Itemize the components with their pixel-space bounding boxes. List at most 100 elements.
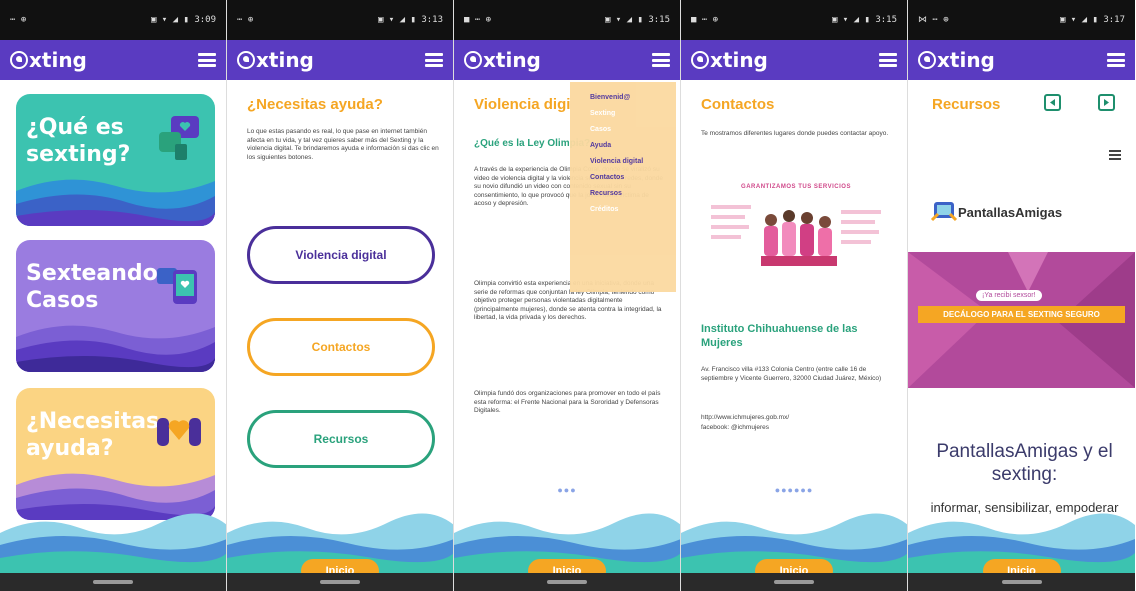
menu-item-ayuda[interactable]: Ayuda bbox=[590, 138, 676, 154]
logo-icon bbox=[237, 51, 255, 69]
page-indicator-dots: ●●● bbox=[557, 485, 577, 495]
home-gesture-bar[interactable] bbox=[93, 580, 133, 584]
hamburger-menu-icon[interactable] bbox=[198, 53, 216, 67]
app-bar: xting bbox=[908, 40, 1135, 80]
app-logo[interactable]: xting bbox=[464, 48, 541, 72]
app-logo[interactable]: xting bbox=[918, 48, 995, 72]
org-website[interactable]: http://www.ichmujeres.gob.mx/ bbox=[701, 414, 895, 423]
status-bar: ⋯ ⊕ ▣ ▾ ◢ ▮ 3:09 bbox=[0, 0, 226, 40]
page-title: ¿Necesitas ayuda? bbox=[247, 96, 383, 113]
logo-text: xting bbox=[710, 48, 768, 72]
app-bar: xting bbox=[681, 40, 907, 80]
menu-item-creditos[interactable]: Créditos bbox=[590, 202, 676, 218]
system-nav-bar bbox=[454, 573, 680, 591]
women-group-photo bbox=[711, 205, 881, 266]
logo-text: xting bbox=[937, 48, 995, 72]
app-bar: xting bbox=[227, 40, 453, 80]
org-name: Instituto Chihuahuense de las Mujeres bbox=[701, 323, 858, 349]
menu-item-recursos[interactable]: Recursos bbox=[590, 186, 676, 202]
intro-paragraph: Lo que estas pasando es real, lo que pas… bbox=[247, 128, 439, 161]
status-right: ▣ ▾ ◢ ▮ 3:15 bbox=[831, 15, 897, 25]
status-right: ▣ ▾ ◢ ▮ 3:09 bbox=[150, 15, 216, 25]
status-bar: ■ ⋯ ⊕ ▣ ▾ ◢ ▮ 3:15 bbox=[681, 0, 907, 40]
card-necesitas-ayuda[interactable]: ¿Necesitas ayuda? bbox=[16, 388, 215, 520]
chat-heart-icon bbox=[159, 116, 199, 160]
pantallas-amigas-logo: PantallasAmigas bbox=[930, 200, 1062, 224]
recursos-button[interactable]: Recursos bbox=[247, 410, 435, 468]
screen-home: ⋯ ⊕ ▣ ▾ ◢ ▮ 3:09 xting ¿Qué es sexting? bbox=[0, 0, 227, 591]
paragraph-3: Olimpia fundó dos organizaciones para pr… bbox=[474, 390, 661, 414]
status-left: ■ ⋯ ⊕ bbox=[464, 15, 492, 25]
card-que-es-sexting[interactable]: ¿Qué es sexting? bbox=[16, 94, 215, 226]
org-facebook[interactable]: facebook: @ichmujeres bbox=[701, 424, 895, 433]
status-right: ▣ ▾ ◢ ▮ 3:13 bbox=[377, 15, 443, 25]
logo-text: xting bbox=[483, 48, 541, 72]
logo-icon bbox=[691, 51, 709, 69]
app-bar: xting bbox=[454, 40, 680, 80]
logo-text: xting bbox=[29, 48, 87, 72]
card-title: ¿Necesitas ayuda? bbox=[26, 409, 160, 461]
hamburger-menu-icon[interactable] bbox=[879, 53, 897, 67]
status-bar: ⋈ ⋯ ⊕ ▣ ▾ ◢ ▮ 3:17 bbox=[908, 0, 1135, 40]
status-right: ▣ ▾ ◢ ▮ 3:15 bbox=[604, 15, 670, 25]
status-right: ▣ ▾ ◢ ▮ 3:17 bbox=[1059, 15, 1125, 25]
org-address: Av. Francisco villa #133 Colonia Centro … bbox=[701, 366, 882, 382]
hamburger-menu-icon[interactable] bbox=[652, 53, 670, 67]
system-nav-bar bbox=[681, 573, 907, 591]
status-left: ■ ⋯ ⊕ bbox=[691, 15, 719, 25]
app-logo[interactable]: xting bbox=[691, 48, 768, 72]
decalogo-promo-image[interactable]: ¡Ya recibi sexsor! DECÁLOGO PARA EL SEXT… bbox=[908, 252, 1135, 388]
card-waves bbox=[16, 179, 215, 226]
screen-violencia-digital: ■ ⋯ ⊕ ▣ ▾ ◢ ▮ 3:15 xting Violencia digi … bbox=[454, 0, 681, 591]
home-gesture-bar[interactable] bbox=[547, 580, 587, 584]
card-title: ¿Qué es sexting? bbox=[26, 115, 131, 167]
status-bar: ⋯ ⊕ ▣ ▾ ◢ ▮ 3:13 bbox=[227, 0, 453, 40]
app-logo[interactable]: xting bbox=[10, 48, 87, 72]
home-gesture-bar[interactable] bbox=[1001, 580, 1042, 584]
status-left: ⋯ ⊕ bbox=[237, 15, 254, 25]
logo-icon bbox=[10, 51, 28, 69]
tv-mascot-icon bbox=[930, 202, 958, 222]
promo-badge: ¡Ya recibi sexsor! bbox=[976, 290, 1042, 301]
card-sexteando-casos[interactable]: Sexteando: Casos bbox=[16, 240, 215, 372]
hands-heart-icon bbox=[157, 418, 201, 446]
phone-chat-icon bbox=[157, 268, 197, 304]
previous-arrow-icon[interactable] bbox=[1044, 94, 1061, 111]
nav-dropdown-menu: Bienvenid@ Sexting Casos Ayuda Violencia… bbox=[570, 82, 676, 292]
hamburger-menu-icon[interactable] bbox=[1107, 53, 1125, 67]
system-nav-bar bbox=[0, 573, 226, 591]
status-bar: ■ ⋯ ⊕ ▣ ▾ ◢ ▮ 3:15 bbox=[454, 0, 680, 40]
hamburger-menu-icon[interactable] bbox=[425, 53, 443, 67]
system-nav-bar bbox=[227, 573, 453, 591]
list-menu-icon[interactable] bbox=[1109, 150, 1121, 160]
menu-item-sexting[interactable]: Sexting bbox=[590, 106, 676, 122]
system-nav-bar bbox=[908, 573, 1135, 591]
intro-paragraph: Te mostramos diferentes lugares donde pu… bbox=[701, 130, 889, 137]
card-waves bbox=[16, 325, 215, 372]
screen-necesitas-ayuda: ⋯ ⊕ ▣ ▾ ◢ ▮ 3:13 xting ¿Necesitas ayuda?… bbox=[227, 0, 454, 591]
next-arrow-icon[interactable] bbox=[1098, 94, 1115, 111]
screen-contactos: ■ ⋯ ⊕ ▣ ▾ ◢ ▮ 3:15 xting Contactos Te mo… bbox=[681, 0, 908, 591]
logo-text: xting bbox=[256, 48, 314, 72]
violencia-digital-button[interactable]: Violencia digital bbox=[247, 226, 435, 284]
home-gesture-bar[interactable] bbox=[774, 580, 814, 584]
page-title: Violencia digi bbox=[474, 96, 571, 113]
menu-item-contactos[interactable]: Contactos bbox=[590, 170, 676, 186]
home-gesture-bar[interactable] bbox=[320, 580, 360, 584]
article-title: PantallasAmigas y el sexting: bbox=[936, 441, 1113, 485]
app-bar: xting bbox=[0, 40, 226, 80]
footer-waves bbox=[0, 513, 226, 573]
page-indicator-dots: ●●●●●● bbox=[774, 485, 814, 495]
contactos-button[interactable]: Contactos bbox=[247, 318, 435, 376]
logo-icon bbox=[918, 51, 936, 69]
menu-item-casos[interactable]: Casos bbox=[590, 122, 676, 138]
menu-item-bienvenida[interactable]: Bienvenid@ bbox=[590, 90, 676, 106]
services-banner: GARANTIZAMOS TUS SERVICIOS bbox=[701, 184, 891, 294]
card-title: Sexteando: Casos bbox=[26, 261, 167, 313]
app-logo[interactable]: xting bbox=[237, 48, 314, 72]
promo-title: DECÁLOGO PARA EL SEXTING SEGURO bbox=[918, 306, 1125, 323]
status-left: ⋯ ⊕ bbox=[10, 15, 27, 25]
screenshot-strip: ⋯ ⊕ ▣ ▾ ◢ ▮ 3:09 xting ¿Qué es sexting? bbox=[0, 0, 1136, 591]
logo-icon bbox=[464, 51, 482, 69]
menu-item-violencia-digital[interactable]: Violencia digital bbox=[590, 154, 676, 170]
